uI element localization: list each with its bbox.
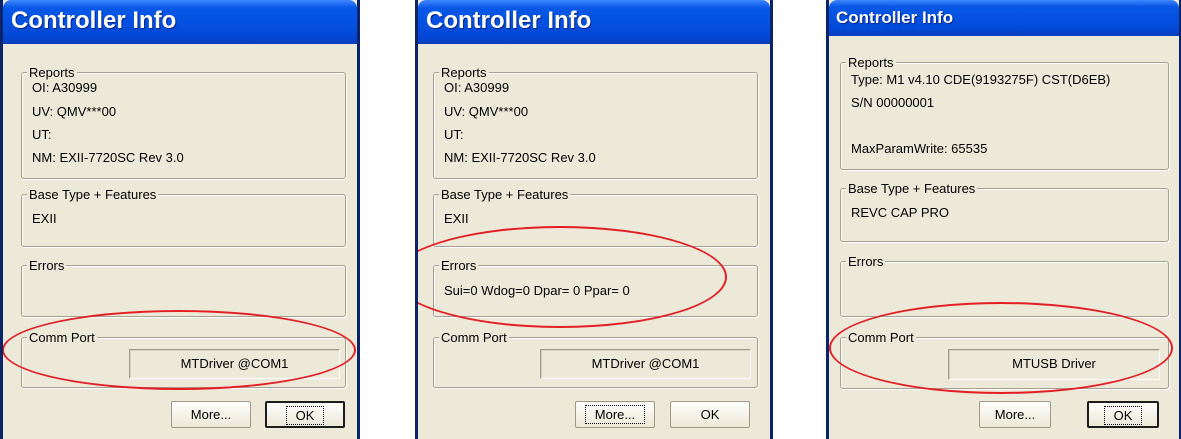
errors-legend: Errors bbox=[27, 258, 67, 273]
base-type-value: REVC CAP PRO bbox=[851, 205, 950, 220]
comm-port-value: MTUSB Driver bbox=[948, 349, 1160, 380]
window-title: Controller Info bbox=[11, 7, 177, 34]
errors-group: Errors bbox=[21, 258, 346, 317]
reports-group: Reports Type: M1 v4.10 CDE(9193275F) CST… bbox=[840, 55, 1169, 170]
base-type-legend: Base Type + Features bbox=[439, 187, 571, 202]
report-line-oi: OI: A30999 bbox=[32, 80, 98, 95]
report-line-oi: OI: A30999 bbox=[444, 80, 510, 95]
window-title: Controller Info bbox=[836, 8, 954, 27]
errors-legend: Errors bbox=[439, 258, 479, 273]
report-line-ut: UT: bbox=[32, 127, 52, 142]
report-line-uv: UV: QMV***00 bbox=[444, 104, 529, 119]
reports-group: Reports OI: A30999 UV: QMV***00 UT: NM: … bbox=[21, 65, 346, 179]
more-button[interactable]: More... bbox=[979, 401, 1051, 428]
ok-button[interactable]: OK bbox=[670, 401, 750, 428]
report-line-nm: NM: EXII-7720SC Rev 3.0 bbox=[444, 150, 596, 165]
ok-button-label: OK bbox=[700, 407, 720, 422]
comm-port-group: Comm Port MTUSB Driver bbox=[840, 330, 1169, 389]
base-type-legend: Base Type + Features bbox=[27, 187, 159, 202]
more-button-label: More... bbox=[190, 407, 232, 422]
base-type-value: EXII bbox=[444, 211, 469, 226]
comm-port-value: MTDriver @COM1 bbox=[540, 349, 751, 379]
comm-port-legend: Comm Port bbox=[439, 330, 509, 345]
errors-group: Errors Sui=0 Wdog=0 Dpar= 0 Ppar= 0 bbox=[433, 258, 758, 317]
ok-button-label: OK bbox=[285, 406, 325, 425]
base-type-value: EXII bbox=[32, 211, 57, 226]
base-type-legend: Base Type + Features bbox=[846, 181, 978, 196]
window-title: Controller Info bbox=[426, 7, 592, 34]
ok-button[interactable]: OK bbox=[265, 401, 345, 428]
more-button[interactable]: More... bbox=[171, 401, 251, 428]
more-button[interactable]: More... bbox=[575, 401, 655, 428]
report-line-nm: NM: EXII-7720SC Rev 3.0 bbox=[32, 150, 184, 165]
base-type-group: Base Type + Features EXII bbox=[21, 187, 346, 247]
comm-port-group: Comm Port MTDriver @COM1 bbox=[21, 330, 346, 388]
comm-port-group: Comm Port MTDriver @COM1 bbox=[433, 330, 758, 388]
report-line-ut: UT: bbox=[444, 127, 464, 142]
report-line-uv: UV: QMV***00 bbox=[32, 104, 117, 119]
base-type-group: Base Type + Features EXII bbox=[433, 187, 758, 247]
comm-port-legend: Comm Port bbox=[27, 330, 97, 345]
title-bar[interactable]: Controller Info bbox=[418, 0, 770, 44]
controller-info-window-1: Controller Info Reports OI: A30999 UV: Q… bbox=[0, 0, 360, 439]
errors-value: Sui=0 Wdog=0 Dpar= 0 Ppar= 0 bbox=[444, 283, 630, 298]
base-type-group: Base Type + Features REVC CAP PRO bbox=[840, 181, 1169, 242]
reports-legend: Reports bbox=[439, 65, 489, 80]
errors-legend: Errors bbox=[846, 254, 886, 269]
comm-port-value: MTDriver @COM1 bbox=[129, 349, 340, 379]
ok-button[interactable]: OK bbox=[1087, 401, 1159, 428]
report-line-serial: S/N 00000001 bbox=[851, 95, 935, 110]
errors-group: Errors bbox=[840, 254, 1169, 317]
ok-button-label: OK bbox=[1103, 406, 1143, 425]
more-button-label: More... bbox=[584, 405, 646, 424]
title-bar[interactable]: Controller Info bbox=[829, 0, 1179, 36]
more-button-label: More... bbox=[994, 407, 1036, 422]
reports-legend: Reports bbox=[846, 55, 896, 70]
reports-legend: Reports bbox=[27, 65, 77, 80]
report-line-type: Type: M1 v4.10 CDE(9193275F) CST(D6EB) bbox=[851, 72, 1111, 87]
reports-group: Reports OI: A30999 UV: QMV***00 UT: NM: … bbox=[433, 65, 758, 179]
comm-port-legend: Comm Port bbox=[846, 330, 916, 345]
title-bar[interactable]: Controller Info bbox=[3, 0, 357, 44]
report-line-maxparamwrite: MaxParamWrite: 65535 bbox=[851, 141, 988, 156]
controller-info-window-3: Controller Info Reports Type: M1 v4.10 C… bbox=[826, 0, 1181, 439]
controller-info-window-2: Controller Info Reports OI: A30999 UV: Q… bbox=[415, 0, 773, 439]
